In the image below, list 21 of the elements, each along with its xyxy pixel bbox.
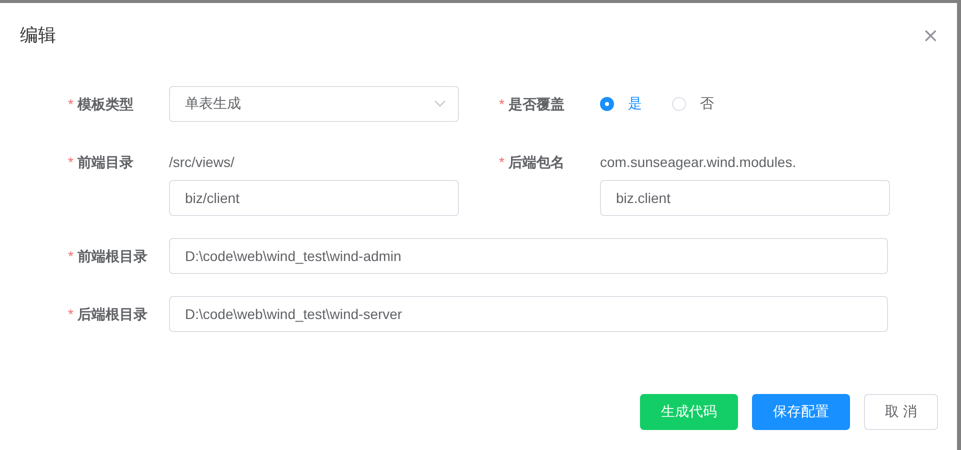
dialog-button[interactable]: 保存配置 [752, 394, 850, 430]
chevron-down-icon [434, 100, 446, 108]
radio-button[interactable] [600, 97, 614, 111]
input-field[interactable]: biz/client [169, 180, 459, 216]
radio-label[interactable]: 是 [628, 95, 642, 113]
input-field[interactable]: D:\code\web\wind_test\wind-admin [169, 238, 888, 274]
field-label: * 后端包名 [499, 153, 566, 172]
close-button[interactable]: × [922, 25, 939, 45]
field-label: * 模板类型 [68, 95, 134, 114]
field-label: * 前端根目录 [68, 247, 148, 266]
dialog-button[interactable]: 取 消 [864, 394, 938, 430]
input-field[interactable]: biz.client [600, 180, 890, 216]
dialog-title: 编辑 [20, 24, 56, 47]
template-select[interactable]: 单表生成 [169, 86, 459, 122]
radio-label[interactable]: 否 [700, 95, 714, 113]
field-label: * 后端根目录 [68, 305, 148, 324]
field-label: * 是否覆盖 [499, 95, 566, 114]
field-label: * 前端目录 [68, 153, 134, 172]
path-prefix: /src/views/ [169, 153, 234, 172]
path-prefix: com.sunseagear.wind.modules. [600, 153, 796, 172]
input-field[interactable]: D:\code\web\wind_test\wind-server [169, 296, 888, 332]
